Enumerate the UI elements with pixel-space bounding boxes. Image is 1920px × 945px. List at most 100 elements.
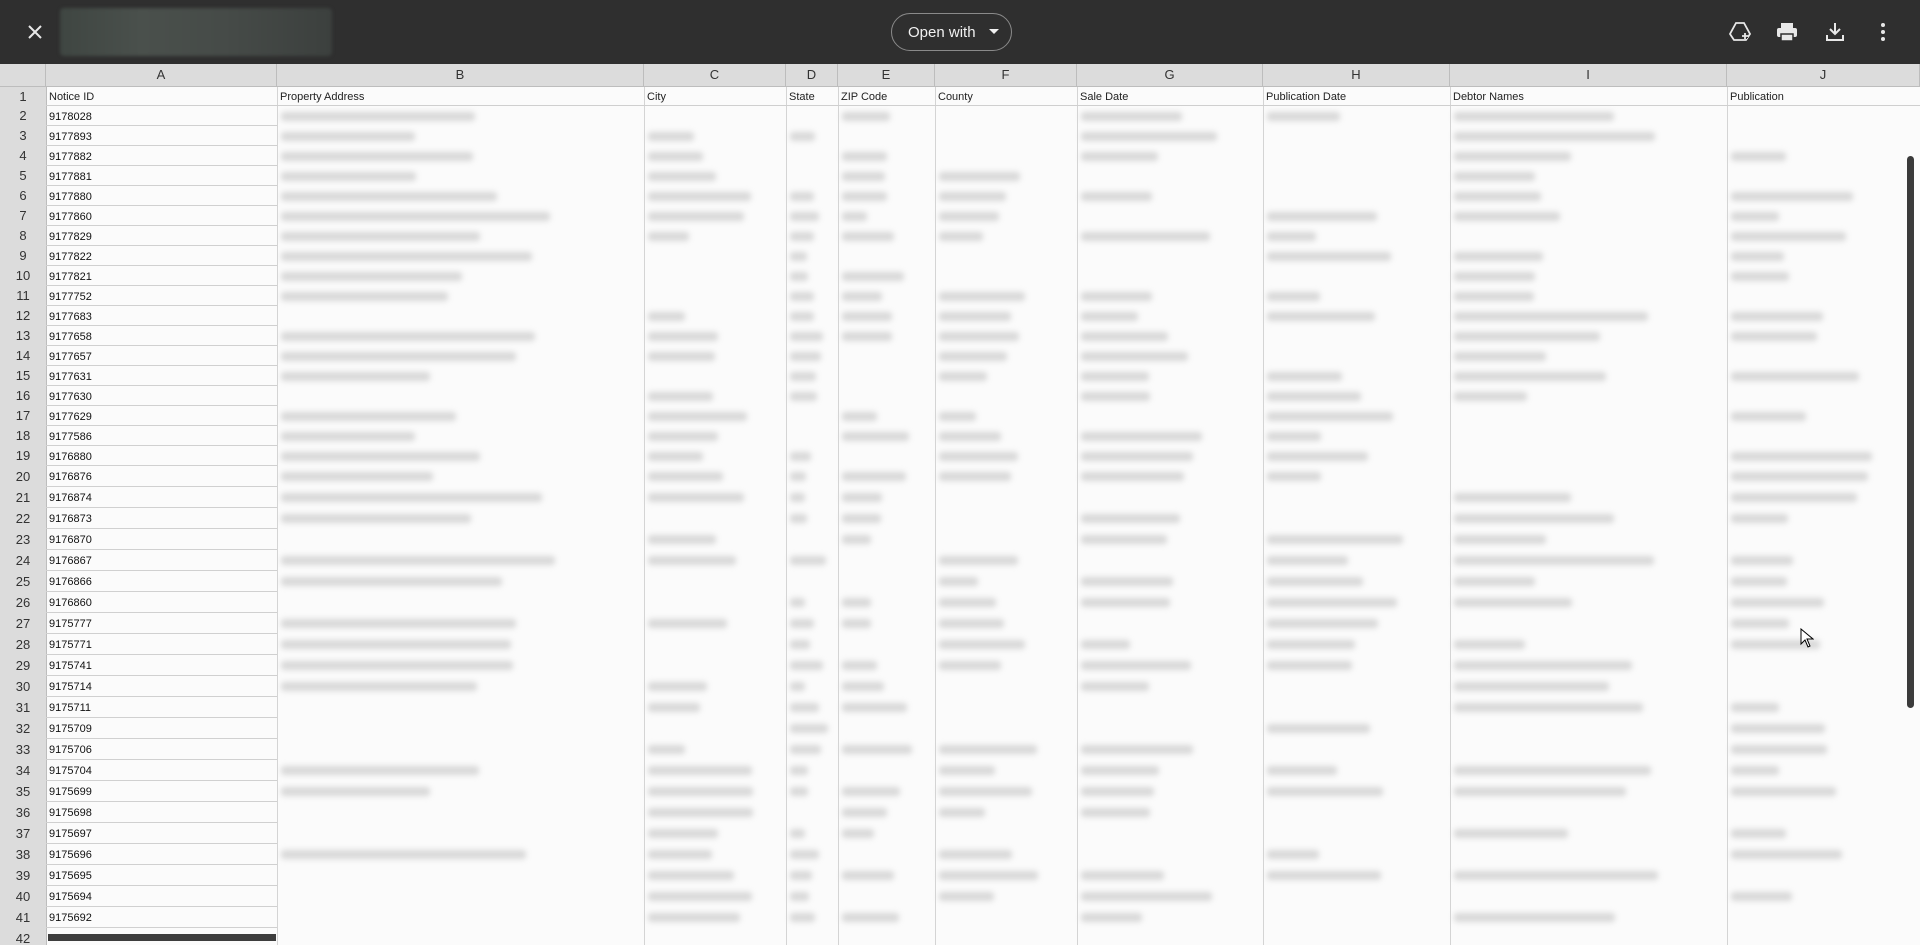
notice-id-cell[interactable]: 9175714 [46, 676, 277, 697]
row-header[interactable]: 2 [0, 106, 46, 126]
header-cell[interactable]: Publication [1727, 87, 1920, 106]
row-header[interactable]: 9 [0, 246, 46, 266]
notice-id-cell[interactable]: 9175709 [46, 718, 277, 739]
row-header[interactable]: 16 [0, 386, 46, 406]
notice-id-cell[interactable]: 9177880 [46, 186, 277, 206]
header-cell[interactable]: City [644, 87, 786, 106]
notice-id-cell[interactable]: 9176867 [46, 550, 277, 571]
horizontal-scrollbar[interactable] [48, 934, 276, 941]
header-cell[interactable]: County [935, 87, 1077, 106]
column-header-e[interactable]: E [838, 64, 935, 86]
notice-id-cell[interactable]: 9176860 [46, 592, 277, 613]
row-header[interactable]: 40 [0, 886, 46, 907]
add-to-drive-button[interactable] [1724, 16, 1756, 48]
row-header[interactable]: 30 [0, 676, 46, 697]
row-header[interactable]: 29 [0, 655, 46, 676]
row-header[interactable]: 25 [0, 571, 46, 592]
notice-id-cell[interactable]: 9177893 [46, 126, 277, 146]
notice-id-cell[interactable]: 9175698 [46, 802, 277, 823]
header-cell[interactable]: Notice ID [46, 87, 277, 106]
notice-id-cell[interactable]: 9175696 [46, 844, 277, 865]
column-header-c[interactable]: C [644, 64, 786, 86]
row-header[interactable]: 4 [0, 146, 46, 166]
print-button[interactable] [1771, 16, 1803, 48]
row-header[interactable]: 17 [0, 406, 46, 426]
column-header-h[interactable]: H [1263, 64, 1450, 86]
notice-id-cell[interactable]: 9177657 [46, 346, 277, 366]
select-all-corner[interactable] [0, 64, 46, 86]
open-with-button[interactable]: Open with [891, 13, 1012, 51]
row-header[interactable]: 28 [0, 634, 46, 655]
notice-id-cell[interactable]: 9177631 [46, 366, 277, 386]
notice-id-cell[interactable]: 9176874 [46, 487, 277, 508]
row-header[interactable]: 11 [0, 286, 46, 306]
close-button[interactable] [17, 14, 53, 50]
column-header-j[interactable]: J [1727, 64, 1920, 86]
header-cell[interactable]: ZIP Code [838, 87, 935, 106]
row-header[interactable]: 38 [0, 844, 46, 865]
notice-id-cell[interactable]: 9175697 [46, 823, 277, 844]
row-header[interactable]: 5 [0, 166, 46, 186]
row-header[interactable]: 14 [0, 346, 46, 366]
notice-id-cell[interactable]: 9175704 [46, 760, 277, 781]
notice-id-cell[interactable]: 9175777 [46, 613, 277, 634]
row-header[interactable]: 18 [0, 426, 46, 446]
notice-id-cell[interactable]: 9175771 [46, 634, 277, 655]
notice-id-cell[interactable]: 9178028 [46, 106, 277, 126]
row-header[interactable]: 39 [0, 865, 46, 886]
notice-id-cell[interactable]: 9175692 [46, 907, 277, 928]
header-cell[interactable]: State [786, 87, 838, 106]
notice-id-cell[interactable]: 9175699 [46, 781, 277, 802]
row-header[interactable]: 37 [0, 823, 46, 844]
notice-id-cell[interactable]: 9175694 [46, 886, 277, 907]
row-header[interactable]: 3 [0, 126, 46, 146]
row-header[interactable]: 15 [0, 366, 46, 386]
header-cell[interactable]: Property Address [277, 87, 644, 106]
row-header[interactable]: 26 [0, 592, 46, 613]
notice-id-cell[interactable]: 9176876 [46, 466, 277, 487]
column-header-f[interactable]: F [935, 64, 1077, 86]
notice-id-cell[interactable]: 9177821 [46, 266, 277, 286]
notice-id-cell[interactable]: 9175706 [46, 739, 277, 760]
header-cell[interactable]: Sale Date [1077, 87, 1263, 106]
more-options-button[interactable] [1867, 16, 1899, 48]
notice-id-cell[interactable]: 9175695 [46, 865, 277, 886]
notice-id-cell[interactable]: 9177752 [46, 286, 277, 306]
notice-id-cell[interactable]: 9177630 [46, 386, 277, 406]
row-header[interactable]: 19 [0, 446, 46, 466]
notice-id-cell[interactable]: 9177658 [46, 326, 277, 346]
header-cell[interactable]: Publication Date [1263, 87, 1450, 106]
notice-id-cell[interactable]: 9177860 [46, 206, 277, 226]
row-header[interactable]: 21 [0, 487, 46, 508]
row-header[interactable]: 7 [0, 206, 46, 226]
notice-id-cell[interactable]: 9176866 [46, 571, 277, 592]
notice-id-cell[interactable]: 9175741 [46, 655, 277, 676]
notice-id-cell[interactable]: 9177683 [46, 306, 277, 326]
row-header[interactable]: 34 [0, 760, 46, 781]
row-header[interactable]: 31 [0, 697, 46, 718]
notice-id-cell[interactable]: 9177882 [46, 146, 277, 166]
notice-id-cell[interactable]: 9177586 [46, 426, 277, 446]
column-header-a[interactable]: A [46, 64, 277, 86]
column-header-g[interactable]: G [1077, 64, 1263, 86]
column-header-b[interactable]: B [277, 64, 644, 86]
row-header[interactable]: 41 [0, 907, 46, 928]
row-header[interactable]: 32 [0, 718, 46, 739]
row-header[interactable]: 42 [0, 928, 46, 945]
row-header[interactable]: 24 [0, 550, 46, 571]
row-header[interactable]: 20 [0, 466, 46, 487]
notice-id-cell[interactable]: 9176880 [46, 446, 277, 466]
row-header[interactable]: 27 [0, 613, 46, 634]
notice-id-cell[interactable]: 9176873 [46, 508, 277, 529]
row-header[interactable]: 10 [0, 266, 46, 286]
row-header[interactable]: 35 [0, 781, 46, 802]
row-header[interactable]: 6 [0, 186, 46, 206]
download-button[interactable] [1819, 16, 1851, 48]
vertical-scrollbar[interactable] [1907, 156, 1914, 708]
notice-id-cell[interactable]: 9177629 [46, 406, 277, 426]
row-header[interactable]: 23 [0, 529, 46, 550]
header-cell[interactable]: Debtor Names [1450, 87, 1727, 106]
row-header[interactable]: 12 [0, 306, 46, 326]
row-header[interactable]: 36 [0, 802, 46, 823]
row-header[interactable]: 33 [0, 739, 46, 760]
